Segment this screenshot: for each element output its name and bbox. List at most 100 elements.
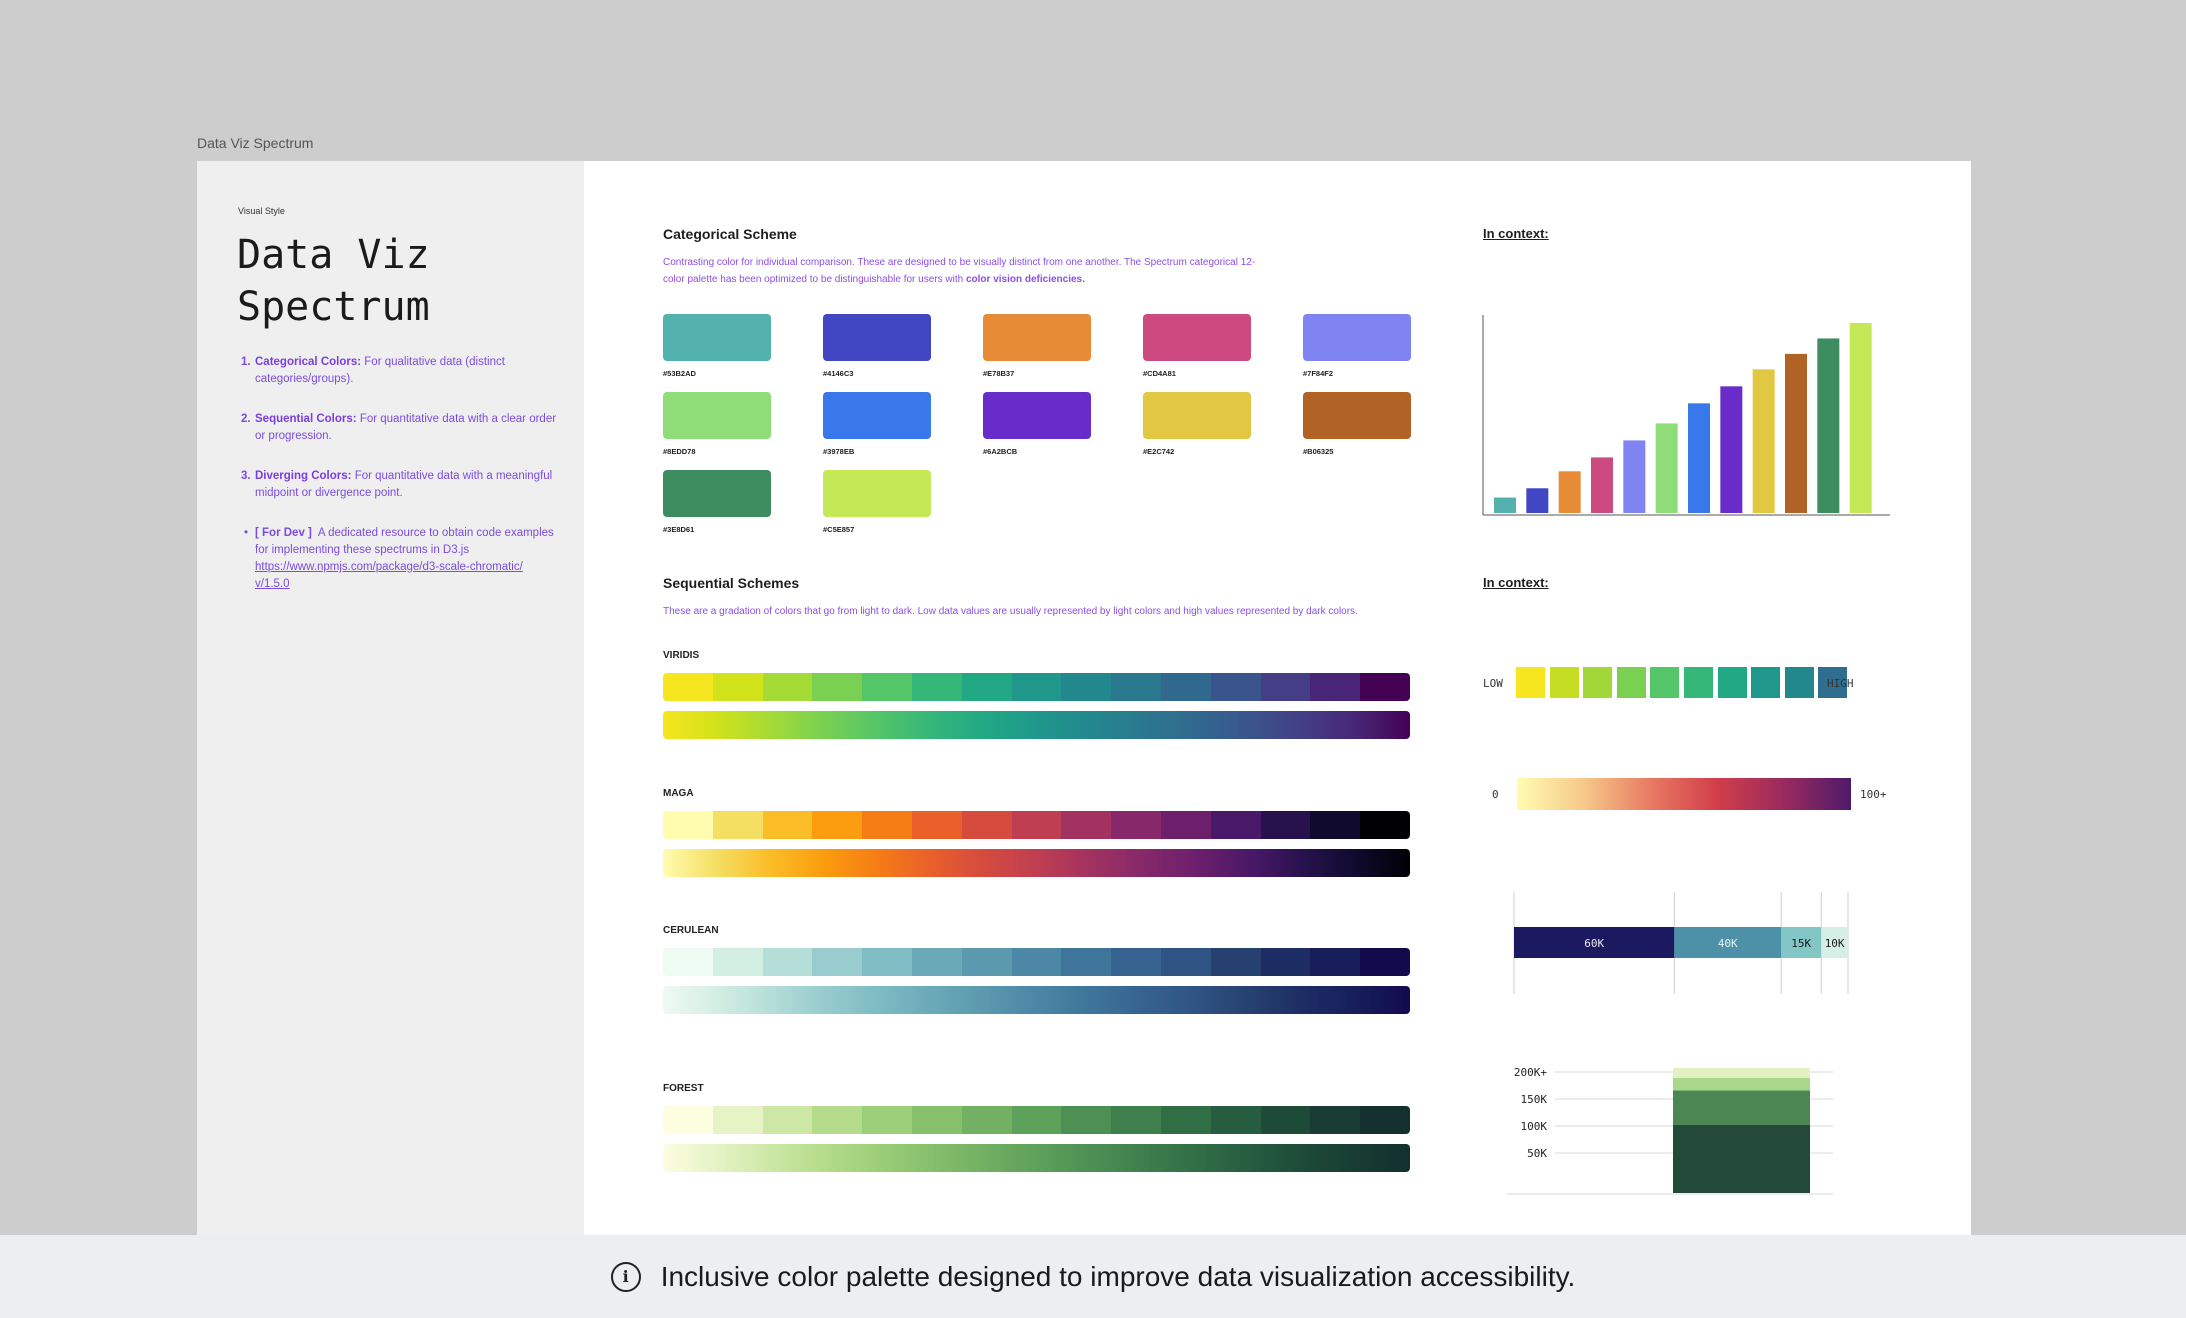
- legend-square: [1751, 667, 1781, 698]
- scheme-name: CERULEAN: [663, 925, 719, 936]
- scheme-step: [663, 1106, 713, 1134]
- note-number: 2.: [241, 413, 251, 425]
- note-item: 2. Sequential Colors: For quantitative d…: [241, 411, 561, 445]
- legend-square: [1516, 667, 1545, 698]
- page-title: Data Viz Spectrum: [237, 229, 430, 333]
- scheme-step: [862, 948, 912, 976]
- title-line-2: Spectrum: [237, 284, 430, 330]
- scheme-step: [712, 673, 763, 701]
- scheme-step: [712, 948, 763, 976]
- stack-segment: [1673, 1077, 1810, 1091]
- legend-square: [1650, 667, 1680, 698]
- d3-chromatic-link[interactable]: https://www.npmjs.com/package/d3-scale-c…: [255, 559, 561, 593]
- color-swatch: [1303, 314, 1411, 361]
- scheme-step: [862, 811, 912, 839]
- scheme-step: [1111, 948, 1161, 976]
- zero-label: 0: [1492, 788, 1499, 801]
- note-text: Categorical Colors: For qualitative data…: [255, 354, 561, 388]
- categorical-desc: Contrasting color for individual compari…: [663, 254, 1323, 288]
- segment-label: 15K: [1791, 937, 1811, 950]
- scheme-gradient: [663, 986, 1410, 1014]
- dev-text: [ For Dev ] A dedicated resource to obtai…: [255, 525, 561, 593]
- color-swatch: [983, 392, 1091, 439]
- note-term: Categorical Colors:: [255, 356, 362, 368]
- notes-list: 1. Categorical Colors: For qualitative d…: [241, 354, 561, 616]
- segment-label: 40K: [1718, 937, 1738, 950]
- title-line-1: Data Viz: [237, 232, 430, 278]
- scheme-step: [1061, 811, 1112, 839]
- bar: [1558, 471, 1581, 513]
- swatch-hex-label: #3E8D61: [663, 525, 695, 534]
- bar: [1623, 440, 1646, 513]
- color-swatch: [823, 392, 931, 439]
- stack-segment: [1673, 1090, 1810, 1125]
- scheme-gradient: [663, 849, 1410, 877]
- scheme-step: [1260, 1106, 1311, 1134]
- note-text: Diverging Colors: For quantitative data …: [255, 468, 561, 502]
- scheme-step: [1061, 948, 1112, 976]
- bar: [1591, 457, 1613, 513]
- scheme-step: [812, 1106, 863, 1134]
- color-swatch: [983, 314, 1091, 361]
- scheme-step: [1061, 673, 1112, 701]
- scheme-step: [862, 1106, 912, 1134]
- stack-segment: [1673, 1068, 1810, 1078]
- scheme-step: [812, 948, 863, 976]
- bar: [1817, 338, 1840, 513]
- scheme-step: [1111, 811, 1161, 839]
- bar: [1494, 497, 1516, 513]
- note-item: 1. Categorical Colors: For qualitative d…: [241, 354, 561, 388]
- scheme-step: [1210, 1106, 1261, 1134]
- segment-label: 60K: [1584, 937, 1604, 950]
- scheme-step: [762, 811, 813, 839]
- scheme-step: [911, 811, 962, 839]
- scheme-step: [1111, 673, 1161, 701]
- link-line-1: https://www.npmjs.com/package/d3-scale-c…: [255, 561, 523, 573]
- scheme-step: [862, 673, 912, 701]
- scheme-step: [911, 1106, 962, 1134]
- tick-label: 200K+: [1514, 1066, 1547, 1079]
- scheme-step: [1011, 948, 1062, 976]
- scheme-step: [911, 948, 962, 976]
- scheme-step: [1160, 811, 1211, 839]
- scheme-step: [1310, 673, 1361, 701]
- scheme-step: [1160, 1106, 1211, 1134]
- swatch-hex-label: #6A2BCB: [983, 447, 1018, 456]
- legend-square: [1583, 667, 1613, 698]
- scheme-step: [1061, 1106, 1112, 1134]
- desc-line-1: Contrasting color for individual compari…: [663, 257, 1256, 268]
- tick-label: 50K: [1527, 1147, 1547, 1160]
- scheme-step: [663, 948, 713, 976]
- dev-tag: [ For Dev ]: [255, 527, 312, 539]
- note-term: Sequential Colors:: [255, 413, 357, 425]
- swatch-hex-label: #C5E857: [823, 525, 855, 534]
- desc-line-2: color palette has been optimized to be d…: [663, 274, 964, 285]
- scheme-step: [762, 948, 813, 976]
- note-term: Diverging Colors:: [255, 470, 352, 482]
- swatch-hex-label: #3978EB: [823, 447, 855, 456]
- scheme-gradient: [663, 1144, 1410, 1172]
- scheme-step: [663, 673, 713, 701]
- legend-square: [1616, 667, 1646, 698]
- legend-square: [1684, 667, 1713, 698]
- caption-text: Inclusive color palette designed to impr…: [660, 1260, 1576, 1292]
- eyebrow-label: Visual Style: [238, 206, 285, 216]
- scheme-name: MAGA: [663, 788, 694, 799]
- bar: [1655, 423, 1678, 513]
- color-swatch: [663, 392, 771, 439]
- legend-square: [1784, 667, 1814, 698]
- scheme-step: [1210, 673, 1261, 701]
- bar: [1688, 403, 1710, 513]
- color-swatch: [663, 470, 771, 517]
- legend-square: [1717, 667, 1747, 698]
- color-swatch: [823, 470, 931, 517]
- scheme-steps: [663, 673, 1410, 701]
- categorical-title: Categorical Scheme: [663, 226, 797, 242]
- scheme-step: [1111, 1106, 1161, 1134]
- swatch-hex-label: #CD4A81: [1143, 369, 1176, 378]
- color-swatch: [1303, 392, 1411, 439]
- scheme-step: [1210, 811, 1261, 839]
- sequential-desc: These are a gradation of colors that go …: [663, 606, 1358, 617]
- stack-segment: [1673, 1124, 1810, 1193]
- scheme-step: [1011, 1106, 1062, 1134]
